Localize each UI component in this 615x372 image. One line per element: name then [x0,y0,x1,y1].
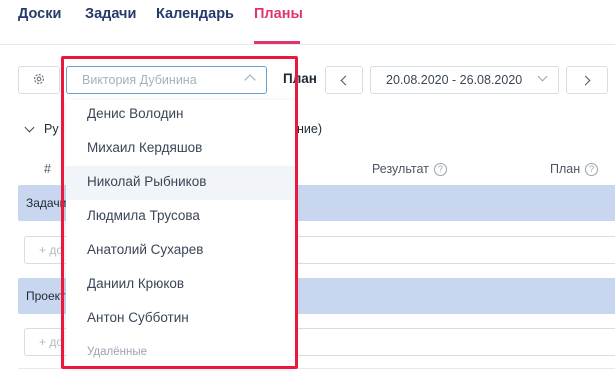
dropdown-group-label-deleted: Удалённые [87,346,147,358]
assignee-dropdown[interactable]: Денис Володин Михаил Кердяшов Николай Ры… [66,100,295,366]
tab-plans[interactable]: Планы [254,6,303,22]
section-title: Ру [44,122,59,136]
dropdown-option[interactable]: Михаил Кердяшов [66,132,295,166]
column-header-result: Результат ? [372,162,447,176]
prev-period-button[interactable] [325,66,363,94]
gear-icon [33,73,45,88]
column-header-number: # [44,162,51,176]
tab-boards[interactable]: Доски [18,6,61,22]
group-label: Проект [26,289,66,303]
top-nav: Доски Задачи Календарь Планы [0,0,615,44]
chevron-right-icon [580,75,591,85]
assignee-select-placeholder: Виктория Дубинина [82,73,197,87]
nav-divider [0,44,615,45]
divider [18,368,615,369]
dropdown-option[interactable]: Антон Субботин [66,302,295,336]
assignee-select[interactable]: Виктория Дубинина [66,66,267,94]
chevron-up-icon [244,74,256,86]
help-icon[interactable]: ? [585,162,599,176]
next-period-button[interactable] [566,66,608,94]
column-header-plan: План ? [550,162,599,176]
dropdown-option-hovered[interactable]: Николай Рыбников [66,166,295,200]
dropdown-option[interactable]: Даниил Крюков [66,268,295,302]
add-label: + до [39,243,64,257]
group-label: Задачи [26,196,67,210]
dropdown-option[interactable]: Анатолий Сухарев [66,234,295,268]
tab-tasks[interactable]: Задачи [85,6,136,22]
date-range-value: 20.08.2020 - 26.08.2020 [386,73,523,87]
tab-calendar[interactable]: Календарь [156,6,234,22]
collapse-chevron-icon[interactable] [24,122,35,133]
chevron-down-icon [537,71,548,82]
plan-label: План [283,71,317,86]
dropdown-option[interactable]: Людмила Трусова [66,200,295,234]
chevron-left-icon [340,75,351,85]
add-label: + до [39,335,64,349]
help-icon[interactable]: ? [433,162,447,176]
date-range-select[interactable]: 20.08.2020 - 26.08.2020 [370,66,559,94]
section-title-tail: ние) [297,122,322,136]
dropdown-option[interactable]: Денис Володин [66,100,295,132]
settings-button[interactable] [18,66,60,94]
